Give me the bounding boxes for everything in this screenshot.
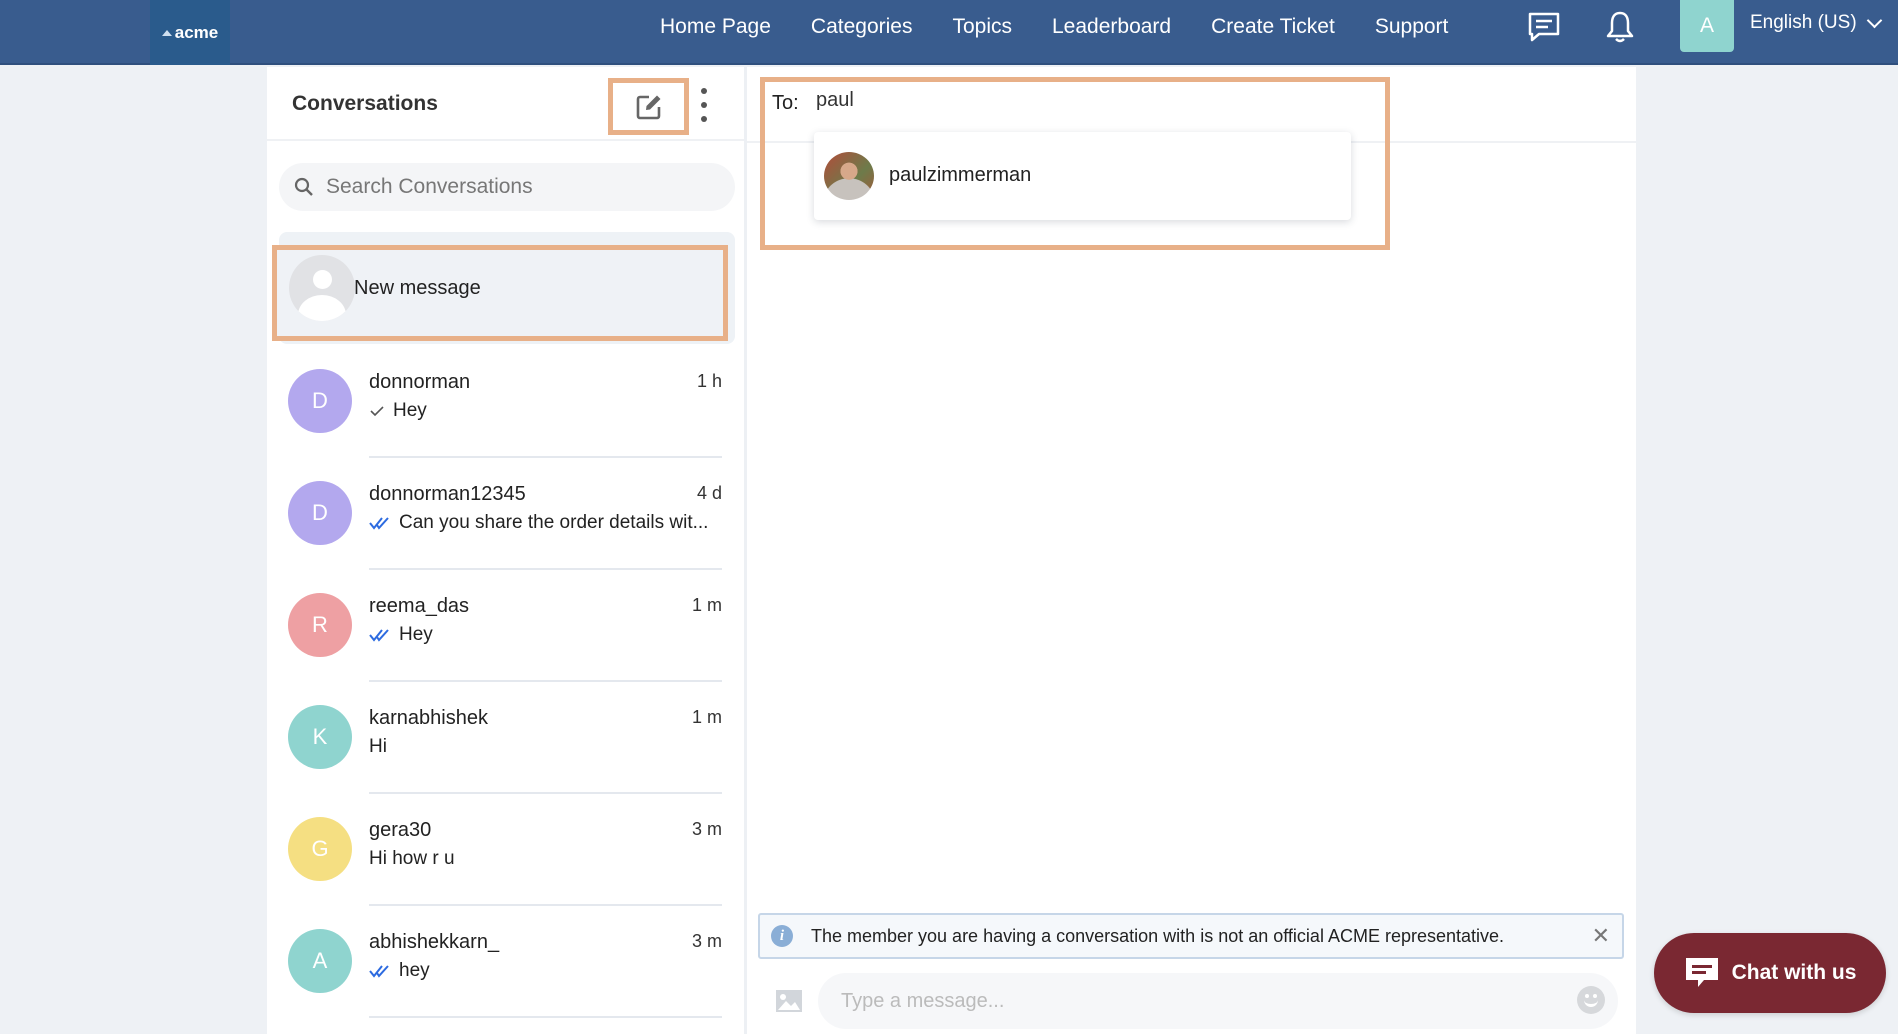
representative-notice: i The member you are having a conversati… [758, 913, 1624, 959]
kebab-dot [701, 116, 707, 122]
chat-pane: To: paulzimmerman i The member you are h… [747, 67, 1636, 1034]
to-label: To: [772, 92, 799, 114]
logo-mountain-icon [161, 29, 172, 36]
divider [369, 456, 722, 458]
conversation-item[interactable]: Ggera30 3 m Hi how r u [267, 814, 744, 926]
avatar: A [288, 929, 352, 993]
new-message-item[interactable]: New message [272, 245, 728, 341]
conversation-item[interactable]: Rreema_das 1 m Hey [267, 590, 744, 702]
chevron-down-icon [1866, 12, 1882, 28]
messages-panel: Conversations New message Ddonnorman 1 h H… [267, 67, 1636, 1034]
compose-icon [636, 95, 660, 119]
chat-with-us-button[interactable]: Chat with us [1654, 933, 1886, 1013]
nav-home-page[interactable]: Home Page [660, 15, 771, 39]
suggestion-username: paulzimmerman [889, 164, 1032, 186]
default-avatar-icon [289, 255, 355, 321]
nav-support[interactable]: Support [1375, 15, 1449, 39]
search-input[interactable] [326, 175, 706, 199]
recipient-suggestion[interactable]: paulzimmerman [814, 132, 1351, 220]
search-icon [294, 177, 313, 196]
preview-text: Hey [393, 400, 427, 421]
conversation-list-pane: Conversations New message Ddonnorman 1 h H… [267, 67, 747, 1034]
conversation-item[interactable]: Kkarnabhishek 1 m Hi [267, 702, 744, 814]
chat-bubble-icon [1685, 958, 1718, 987]
bell-icon [1606, 11, 1634, 43]
avatar: D [288, 481, 352, 545]
avatar: R [288, 593, 352, 657]
conversation-preview: hey [369, 960, 430, 982]
search-conversations-field[interactable] [279, 163, 735, 211]
preview-text: Hi [369, 736, 387, 757]
conversation-name: reema_das [369, 595, 470, 617]
conversation-preview: Hi how r u [369, 848, 455, 870]
conversation-item[interactable]: Ddonnorman 1 h Hey [267, 366, 744, 478]
attach-image-button[interactable] [775, 989, 803, 1013]
double-check-icon [369, 964, 391, 978]
more-options-button[interactable] [697, 88, 711, 122]
user-avatar[interactable]: A [1680, 0, 1734, 52]
conversation-preview: Hi [369, 736, 387, 758]
check-icon [369, 405, 385, 417]
preview-text: Hi how r u [369, 848, 455, 869]
conversation-preview: Hey [369, 624, 433, 646]
conversation-time: 4 d [696, 483, 722, 503]
close-notice-button[interactable]: ✕ [1592, 923, 1610, 949]
divider [369, 1016, 722, 1018]
nav-topics[interactable]: Topics [952, 15, 1012, 39]
main-nav: Home Page Categories Topics Leaderboard … [660, 0, 1488, 54]
acme-logo[interactable]: acme [150, 0, 230, 65]
divider [369, 792, 722, 794]
conversation-preview: Can you share the order details wit... [369, 512, 708, 534]
preview-text: Can you share the order details wit... [399, 512, 709, 533]
message-composer[interactable] [818, 973, 1618, 1029]
conversation-item[interactable]: Ddonnorman12345 4 d Can you share the orde… [267, 478, 744, 590]
conversation-name: gera30 [369, 819, 432, 841]
conversation-name: abhishekkarn_ [369, 931, 500, 953]
divider [369, 568, 722, 570]
conversation-name: donnorman12345 [369, 483, 526, 505]
preview-text: hey [399, 960, 430, 981]
recipient-input[interactable] [816, 89, 1216, 112]
notice-text: The member you are having a conversation… [811, 925, 1505, 946]
emoji-icon[interactable] [1577, 986, 1605, 1014]
logo-text: acme [174, 22, 219, 42]
double-check-icon [369, 516, 391, 530]
nav-leaderboard[interactable]: Leaderboard [1052, 15, 1171, 39]
avatar: K [288, 705, 352, 769]
notifications-button[interactable] [1600, 8, 1640, 46]
conversation-time: 3 m [691, 931, 722, 951]
message-icon [1528, 12, 1560, 42]
divider [369, 680, 722, 682]
user-photo-avatar [824, 152, 874, 200]
double-check-icon [369, 628, 391, 642]
nav-create-ticket[interactable]: Create Ticket [1211, 15, 1335, 39]
conversation-name: donnorman [369, 371, 471, 393]
language-selector[interactable]: English (US) [1750, 12, 1882, 34]
preview-text: Hey [399, 624, 433, 645]
avatar: G [288, 817, 352, 881]
compose-new-message-button[interactable] [608, 78, 689, 135]
conversation-item[interactable]: Aabhishekkarn_ 3 m hey [267, 926, 744, 1034]
conversation-preview: Hey [369, 400, 427, 422]
image-icon [776, 990, 802, 1012]
top-nav-bar: acme Home Page Categories Topics Leaderb… [0, 0, 1898, 65]
messages-button[interactable] [1524, 8, 1564, 46]
conversation-time: 1 h [696, 371, 722, 391]
conversation-time: 3 m [691, 819, 722, 839]
chat-with-us-label: Chat with us [1731, 961, 1857, 984]
conversation-name: karnabhishek [369, 707, 488, 729]
kebab-dot [701, 88, 707, 94]
kebab-dot [701, 102, 707, 108]
conversations-title: Conversations [292, 92, 438, 115]
message-input[interactable] [841, 989, 1541, 1013]
new-message-label: New message [354, 277, 481, 299]
conversation-time: 1 m [691, 595, 722, 615]
conversation-time: 1 m [691, 707, 722, 727]
nav-categories[interactable]: Categories [811, 15, 913, 39]
conversation-list-header: Conversations [267, 67, 744, 141]
info-icon: i [771, 925, 793, 947]
divider [369, 904, 722, 906]
avatar: D [288, 369, 352, 433]
language-label: English (US) [1750, 12, 1857, 33]
